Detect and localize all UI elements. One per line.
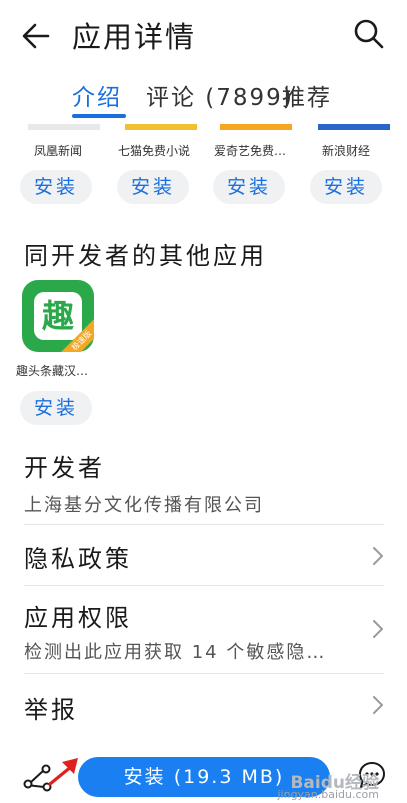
privacy-policy-label: 隐私政策 bbox=[24, 545, 132, 573]
app-permissions-summary: 检测出此应用获取 14 个敏感隐… bbox=[24, 642, 327, 663]
app-icon-partial[interactable] bbox=[28, 124, 100, 130]
report-row[interactable]: 举报 bbox=[0, 674, 407, 736]
install-button[interactable]: 安装 bbox=[20, 170, 92, 204]
tab-reviews[interactable]: 评论 (7899) bbox=[146, 78, 294, 112]
app-name[interactable]: 新浪财经 bbox=[300, 142, 392, 159]
install-button[interactable]: 安装 bbox=[213, 170, 285, 204]
app-icon-partial[interactable] bbox=[125, 124, 197, 130]
app-permissions-label: 应用权限 bbox=[24, 604, 132, 632]
tab-bar: 介绍 评论 (7899) 推荐 bbox=[0, 76, 407, 120]
app-icon-partial[interactable] bbox=[220, 124, 292, 130]
same-developer-title: 同开发者的其他应用 bbox=[24, 242, 267, 270]
app-icon-partial[interactable] bbox=[318, 124, 390, 130]
developer-label: 开发者 bbox=[24, 454, 105, 482]
report-label: 举报 bbox=[24, 696, 78, 724]
privacy-policy-row[interactable]: 隐私政策 bbox=[0, 525, 407, 585]
app-permissions-row[interactable]: 应用权限 检测出此应用获取 14 个敏感隐… bbox=[0, 586, 407, 672]
annotation-arrow-icon bbox=[48, 758, 78, 786]
related-apps-row: 凤凰新闻 七猫免费小说 爱奇艺免费… 新浪财经 安装 安装 安装 安装 bbox=[0, 124, 407, 214]
baidu-watermark: Baidu经验 jingyan.baidu.com bbox=[277, 775, 379, 801]
app-name[interactable]: 凤凰新闻 bbox=[12, 142, 104, 159]
tab-intro[interactable]: 介绍 bbox=[72, 78, 122, 112]
watermark-url: jingyan.baidu.com bbox=[277, 788, 379, 801]
bottom-action-bar: 安装 (19.3 MB) Baidu经验 jingyan.baidu.com bbox=[0, 752, 407, 803]
developer-info: 开发者 上海基分文化传播有限公司 bbox=[24, 448, 394, 517]
app-name[interactable]: 趣头条藏汉… bbox=[16, 362, 100, 379]
install-button[interactable]: 安装 bbox=[117, 170, 189, 204]
install-button[interactable]: 安装 bbox=[20, 391, 92, 425]
tab-active-indicator bbox=[72, 114, 126, 118]
search-icon[interactable] bbox=[353, 18, 385, 50]
qutoutiao-app-icon[interactable]: 趣 极速版 bbox=[22, 280, 94, 352]
app-icon-glyph: 趣 bbox=[34, 292, 82, 340]
install-button[interactable]: 安装 bbox=[310, 170, 382, 204]
tab-recommend[interactable]: 推荐 bbox=[282, 78, 332, 112]
chevron-right-icon bbox=[373, 696, 383, 714]
developer-name: 上海基分文化传播有限公司 bbox=[24, 495, 264, 516]
header-bar: 应用详情 bbox=[0, 0, 407, 70]
chevron-right-icon bbox=[373, 547, 383, 565]
app-name[interactable]: 爱奇艺免费… bbox=[204, 142, 296, 159]
chevron-right-icon bbox=[373, 620, 383, 638]
page-title: 应用详情 bbox=[72, 20, 197, 54]
back-arrow-icon[interactable] bbox=[20, 20, 52, 52]
app-name[interactable]: 七猫免费小说 bbox=[108, 142, 200, 159]
